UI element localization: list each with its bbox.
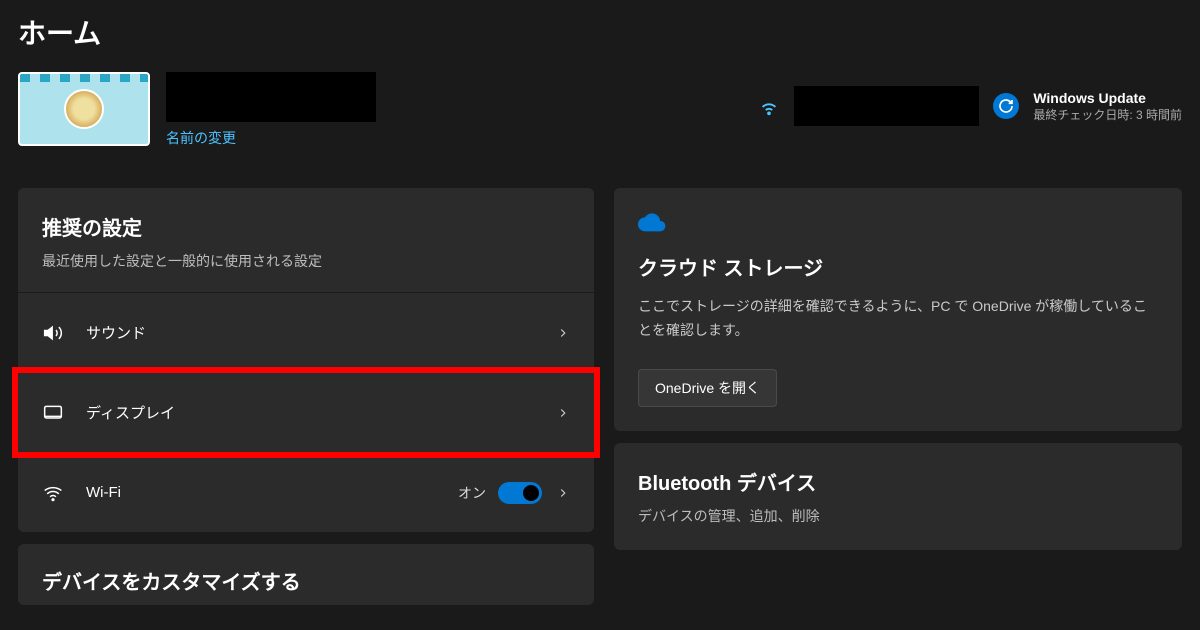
windows-update-subtitle: 最終チェック日時: 3 時間前 <box>1033 106 1182 123</box>
chevron-right-icon <box>556 486 570 500</box>
setting-row-wifi[interactable]: Wi-Fi オン <box>18 452 594 532</box>
account-info: 名前の変更 <box>166 72 376 148</box>
sync-icon <box>993 93 1019 119</box>
customize-title: デバイスをカスタマイズする <box>42 566 570 595</box>
rename-link[interactable]: 名前の変更 <box>166 128 376 148</box>
setting-label: サウンド <box>86 322 556 343</box>
chevron-right-icon <box>556 406 570 420</box>
main-columns: 推奨の設定 最近使用した設定と一般的に使用される設定 サウンド ディスプレイ <box>18 188 1182 605</box>
wifi-toggle[interactable] <box>498 482 542 504</box>
wifi-icon <box>758 95 780 117</box>
bluetooth-card: Bluetooth デバイス デバイスの管理、追加、削除 <box>614 443 1182 550</box>
cloud-icon <box>638 212 1158 232</box>
recommended-title: 推奨の設定 <box>42 212 570 241</box>
left-column: 推奨の設定 最近使用した設定と一般的に使用される設定 サウンド ディスプレイ <box>18 188 594 605</box>
account-name-redacted <box>166 72 376 122</box>
top-row: 名前の変更 Windows Update 最終チェック日時: 3 時間前 <box>18 72 1182 148</box>
wifi-icon <box>42 483 64 503</box>
bluetooth-title: Bluetooth デバイス <box>638 467 1158 496</box>
wifi-status-text: オン <box>458 483 486 503</box>
right-column: クラウド ストレージ ここでストレージの詳細を確認できるように、PC で One… <box>614 188 1182 605</box>
setting-label: Wi-Fi <box>86 484 458 501</box>
setting-row-display[interactable]: ディスプレイ <box>18 372 594 452</box>
display-icon <box>42 403 64 423</box>
top-right-status: Windows Update 最終チェック日時: 3 時間前 <box>758 72 1182 126</box>
cloud-description: ここでストレージの詳細を確認できるように、PC で OneDrive が稼働して… <box>638 295 1158 343</box>
recommended-settings-card: 推奨の設定 最近使用した設定と一般的に使用される設定 サウンド ディスプレイ <box>18 188 594 532</box>
open-onedrive-button[interactable]: OneDrive を開く <box>638 369 777 407</box>
recommended-subtitle: 最近使用した設定と一般的に使用される設定 <box>42 251 570 272</box>
bluetooth-subtitle: デバイスの管理、追加、削除 <box>638 506 1158 526</box>
customize-device-card: デバイスをカスタマイズする <box>18 544 594 605</box>
network-name-redacted <box>794 86 979 126</box>
cloud-storage-card: クラウド ストレージ ここでストレージの詳細を確認できるように、PC で One… <box>614 188 1182 431</box>
sound-icon <box>42 323 64 343</box>
chevron-right-icon <box>556 326 570 340</box>
setting-row-sound[interactable]: サウンド <box>18 292 594 372</box>
account-avatar[interactable] <box>18 72 150 146</box>
page-title: ホーム <box>18 0 1182 72</box>
cloud-title: クラウド ストレージ <box>638 252 1158 281</box>
windows-update-block[interactable]: Windows Update 最終チェック日時: 3 時間前 <box>1033 90 1182 123</box>
setting-label: ディスプレイ <box>86 402 556 423</box>
windows-update-title: Windows Update <box>1033 90 1182 106</box>
